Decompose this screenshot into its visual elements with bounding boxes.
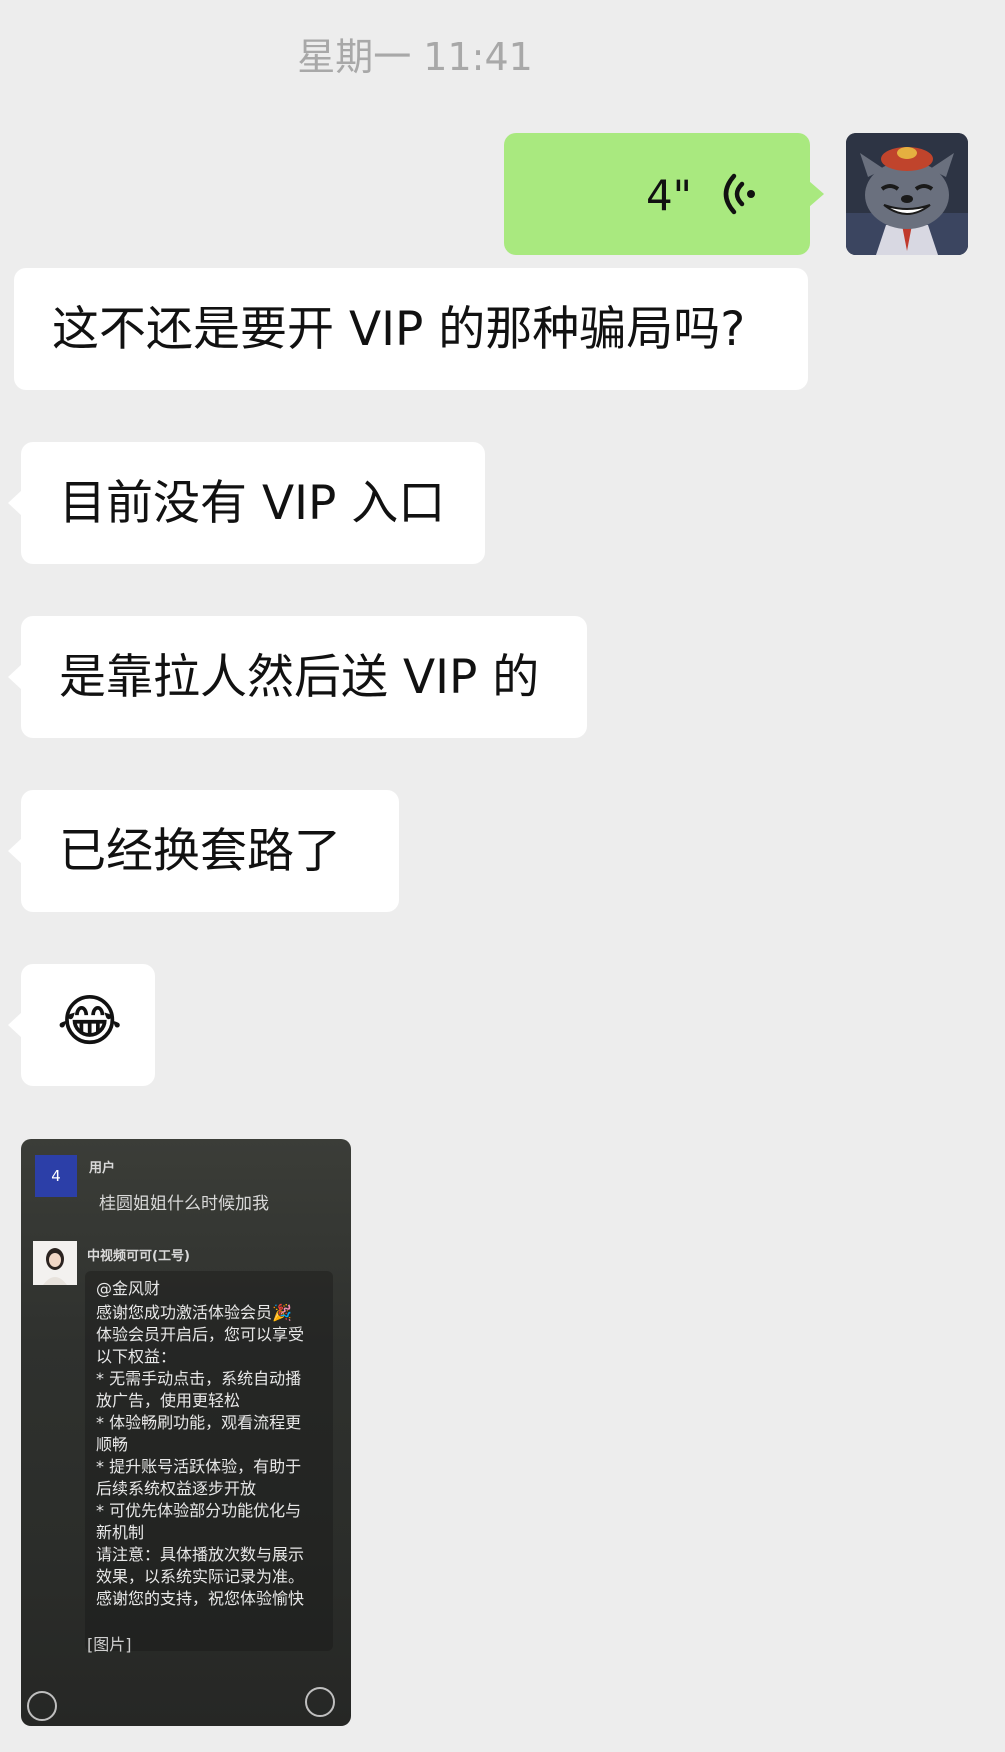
message-bubble[interactable]: 已经换套路了 <box>8 790 399 912</box>
voice-wave-icon <box>723 173 755 215</box>
voice-message-bubble[interactable]: 4" <box>504 133 824 255</box>
reply-line: * 可优先体验部分功能优化与 <box>96 1501 302 1520</box>
message-text: 目前没有 VIP 入口 <box>59 475 446 531</box>
reply-line: 感谢您的支持，祝您体验愉快 <box>96 1589 305 1608</box>
reply-line: @金风财 <box>96 1279 161 1298</box>
reply-line: 感谢您成功激活体验会员🎉 <box>96 1303 292 1322</box>
user-badge: 4 <box>35 1155 77 1197</box>
image-message[interactable]: 4 用户 桂圆姐姐什么时候加我 中视频可可(工号) @金风财 感谢您成功激活体验… <box>21 1139 351 1726</box>
reply-line: 新机制 <box>96 1523 145 1542</box>
reply-line: 以下权益： <box>96 1347 177 1366</box>
reply-line: * 体验畅刷功能，观看流程更 <box>96 1413 302 1432</box>
cartoon-wolf-avatar-icon <box>846 133 968 255</box>
reply-line: 效果，以系统实际记录为准。 <box>96 1567 305 1586</box>
message-bubble[interactable]: 这不还是要开 VIP 的那种骗局吗? <box>14 268 808 390</box>
voice-duration: 4" <box>645 171 692 220</box>
message-text: 是靠拉人然后送 VIP 的 <box>59 649 540 705</box>
reply-line: 顺畅 <box>96 1435 129 1454</box>
self-avatar[interactable] <box>846 133 968 255</box>
sender-avatar <box>33 1241 77 1285</box>
reply-line: 请注意：具体播放次数与展示 <box>96 1545 305 1564</box>
user-label: 用户 <box>89 1161 116 1176</box>
message-bubble[interactable]: 目前没有 VIP 入口 <box>8 442 485 564</box>
emoji-message-bubble[interactable]: 😂 <box>8 964 155 1086</box>
reply-line: 后续系统权益逐步开放 <box>96 1479 257 1498</box>
message-bubble[interactable]: 是靠拉人然后送 VIP 的 <box>8 616 587 738</box>
voice-toggle-icon <box>27 1691 57 1721</box>
message-text: 这不还是要开 VIP 的那种骗局吗? <box>52 301 746 357</box>
reply-line: * 提升账号活跃体验，有助于 <box>96 1457 302 1476</box>
message-text: 已经换套路了 <box>59 823 341 879</box>
emoji-icon <box>305 1687 335 1717</box>
chat-timestamp: 星期一 11:41 <box>297 35 533 79</box>
sender-name: 中视频可可(工号) <box>87 1249 190 1264</box>
person-avatar-icon <box>33 1241 77 1285</box>
reply-line: 体验会员开启后，您可以享受 <box>96 1325 305 1344</box>
image-tag: [图片] <box>87 1635 132 1654</box>
user-message: 桂圆姐姐什么时候加我 <box>99 1194 269 1214</box>
reply-line: 放广告，使用更轻松 <box>96 1391 241 1410</box>
reply-line: * 无需手动点击，系统自动播 <box>96 1369 302 1388</box>
tears-of-joy-emoji: 😂 <box>57 989 123 1054</box>
